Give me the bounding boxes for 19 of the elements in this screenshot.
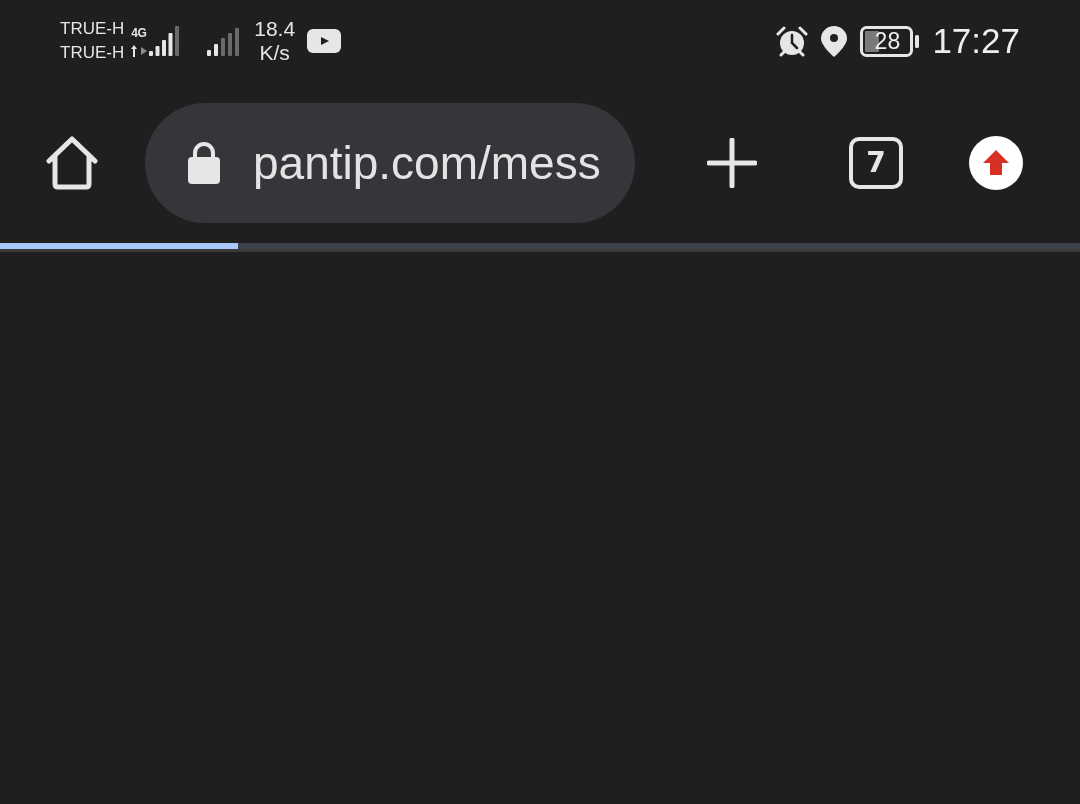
carrier-name: TRUE-H: [60, 18, 125, 40]
signal-bars-icon: [149, 26, 181, 56]
plus-icon[interactable]: [707, 137, 757, 188]
battery-percentage: 28: [874, 29, 901, 53]
lock-icon: [188, 141, 220, 184]
network-type: 4G: [131, 25, 147, 40]
tab-switcher-button[interactable]: 7: [849, 136, 903, 189]
signal-bars-icon: [207, 28, 241, 56]
home-icon[interactable]: [45, 135, 99, 190]
network-speed-value: 18.4: [254, 17, 296, 41]
play-icon: [307, 29, 342, 53]
network-speed-unit: K/s: [259, 41, 290, 65]
battery-icon: [860, 25, 921, 57]
url-text: pantip.com/mess: [253, 135, 601, 191]
alarm-clock-icon: [776, 25, 809, 57]
address-bar[interactable]: pantip.com/mess: [145, 102, 635, 223]
clock-time: 17:27: [932, 21, 1020, 61]
carrier-name: TRUE-H: [60, 42, 125, 64]
location-pin-icon: [821, 25, 848, 57]
